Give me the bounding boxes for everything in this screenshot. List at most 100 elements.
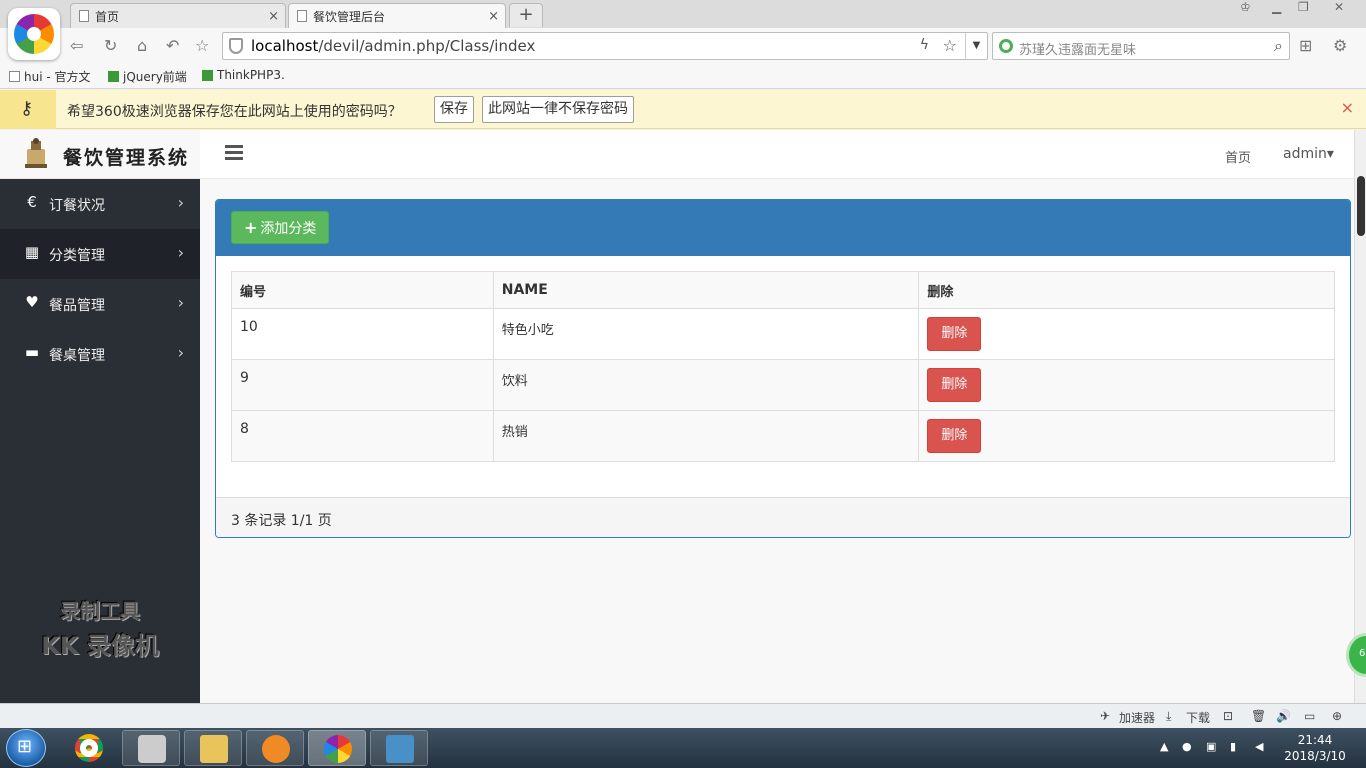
close-window-icon[interactable]: ✕	[1334, 0, 1344, 14]
cell-action: 删除	[918, 410, 1335, 462]
tab-home[interactable]: 首页 ×	[70, 3, 286, 28]
sidebar-item-label: 订餐状况	[49, 198, 105, 214]
trash-icon[interactable]: 🗑	[1251, 709, 1266, 723]
bookmark-jquery[interactable]: jQuery前端	[108, 68, 187, 85]
browser-logo[interactable]	[8, 8, 60, 60]
cell-action: 删除	[918, 359, 1335, 411]
grid-icon: ▦	[24, 243, 40, 261]
sidebar-item-dishes[interactable]: ♥ 餐品管理 ›	[0, 279, 200, 329]
start-button[interactable]	[6, 729, 46, 767]
heart-icon: ♥	[25, 293, 39, 311]
sidebar-item-orders[interactable]: € 订餐状况 ›	[0, 179, 200, 229]
table-icon: ▬	[24, 343, 40, 361]
taskbar-360-browser[interactable]	[308, 730, 366, 766]
menu-toggle-icon[interactable]	[225, 145, 243, 161]
browser-status-bar: ✈ 加速器 ⤓ 下载 ⊡ 🗑 🔊 ▭ ⊕	[0, 703, 1366, 728]
search-input[interactable]: 苏瑾久违露面无星味	[1019, 39, 1136, 58]
volume-icon[interactable]: 🔊	[1276, 709, 1291, 723]
tab-close-icon[interactable]: ×	[268, 9, 279, 24]
sidebar-item-label: 餐桌管理	[49, 348, 105, 364]
user-menu[interactable]: admin▾	[1283, 146, 1334, 162]
url-text[interactable]: localhost/devil/admin.php/Class/index	[251, 37, 535, 55]
bookmark-label: jQuery前端	[123, 70, 187, 84]
scrollbar-thumb[interactable]	[1357, 176, 1365, 236]
save-password-button[interactable]: 保存	[434, 96, 474, 123]
search-box[interactable]: 苏瑾久违露面无星味 ⌕	[992, 32, 1290, 60]
close-icon[interactable]: ×	[1341, 98, 1354, 117]
bookmark-thinkphp[interactable]: ThinkPHP3.	[202, 68, 285, 82]
new-tab-button[interactable]: +	[509, 3, 543, 27]
never-save-button[interactable]: 此网站一律不保存密码	[482, 96, 634, 123]
minimize-icon[interactable]: ▁	[1272, 0, 1281, 14]
sidebar-item-label: 分类管理	[49, 248, 105, 264]
page-icon	[297, 10, 307, 22]
main-content: + 添加分类 编号 NAME 删除 10 特色小吃 删除 9 饮料 删除 8 热…	[200, 179, 1354, 703]
star-icon[interactable]: ☆	[943, 36, 957, 55]
home-icon[interactable]: ⌂	[137, 36, 147, 55]
bookmark-hui[interactable]: hui - 官方文	[9, 68, 91, 85]
chevron-right-icon: ›	[177, 243, 184, 262]
address-bar[interactable]: localhost/devil/admin.php/Class/index ϟ …	[222, 32, 988, 60]
accelerator-label[interactable]: 加速器	[1119, 709, 1155, 726]
brand[interactable]: 餐饮管理系统	[0, 130, 200, 179]
sidebar-item-label: 餐品管理	[49, 298, 105, 314]
browser-360-icon	[324, 735, 352, 763]
nav-home-link[interactable]: 首页	[1225, 147, 1251, 166]
tab-admin[interactable]: 餐饮管理后台 ×	[288, 3, 506, 28]
pagination-info: 3 条记录 1/1 页	[231, 513, 332, 529]
zoom-icon[interactable]: ⊕	[1332, 709, 1342, 723]
recorder-watermark: 录制工具 KK 录像机	[0, 595, 200, 661]
restore-icon[interactable]: ❐	[1298, 0, 1309, 14]
favorite-icon[interactable]: ☆	[195, 36, 209, 55]
skin-icon[interactable]: ♔	[1240, 0, 1251, 14]
table-header-row: 编号 NAME 删除	[231, 271, 1335, 309]
sidebar-item-categories[interactable]: ▦ 分类管理 ›	[0, 229, 200, 279]
accelerator-icon[interactable]: ✈	[1100, 709, 1110, 723]
add-category-button[interactable]: + 添加分类	[231, 211, 330, 244]
taskbar-photo[interactable]	[122, 730, 180, 766]
cell-action: 删除	[918, 308, 1335, 360]
search-engine-icon	[999, 39, 1013, 53]
lightning-icon[interactable]: ϟ	[920, 37, 929, 53]
watermark-line: 录制工具	[60, 599, 140, 623]
network-icon[interactable]: ▮	[1230, 740, 1236, 753]
input-icon[interactable]: ▣	[1206, 740, 1216, 753]
category-table: 编号 NAME 删除 10 特色小吃 删除 9 饮料 删除 8 热销 删除	[231, 271, 1335, 462]
tools-icon[interactable]: ⚙	[1333, 36, 1347, 55]
speaker-icon[interactable]: ◀	[1255, 740, 1263, 753]
cell-name: 特色小吃	[492, 308, 920, 360]
qq-icon[interactable]: ●	[1182, 740, 1192, 753]
sidebar-item-tables[interactable]: ▬ 餐桌管理 ›	[0, 329, 200, 379]
monitor-icon	[386, 735, 414, 763]
delete-button[interactable]: 删除	[927, 419, 982, 453]
brand-logo-icon	[25, 138, 47, 168]
taskbar-explorer[interactable]	[184, 730, 242, 766]
download-icon[interactable]: ⤓	[1166, 709, 1171, 724]
refresh-icon[interactable]: ↻	[104, 36, 117, 55]
tray-expand-icon[interactable]: ▲	[1160, 740, 1168, 753]
download-label[interactable]: 下载	[1186, 709, 1210, 726]
screenshot-icon[interactable]: ⊡	[1223, 709, 1233, 723]
recorder-icon	[262, 735, 290, 763]
extensions-icon[interactable]: ⊞	[1299, 36, 1312, 55]
screen-icon[interactable]: ▭	[1304, 709, 1315, 723]
table-row: 8 热销 删除	[231, 410, 1335, 462]
delete-button[interactable]: 删除	[927, 317, 982, 351]
clock-time: 21:44	[1297, 733, 1333, 747]
dropdown-icon[interactable]: ▼	[965, 33, 987, 59]
search-icon[interactable]: ⌕	[1274, 36, 1283, 56]
undo-icon[interactable]: ↶	[166, 36, 179, 55]
page-icon	[9, 71, 20, 82]
taskbar-chrome[interactable]	[60, 730, 118, 766]
page-scrollbar[interactable]	[1354, 130, 1366, 703]
back-icon[interactable]: ⇦	[70, 36, 83, 55]
taskbar-recorder[interactable]	[246, 730, 304, 766]
password-message: 希望360极速浏览器保存您在此网站上使用的密码吗？	[67, 104, 402, 120]
taskbar-clock[interactable]: 21:44 2018/3/10	[1280, 732, 1350, 764]
chevron-right-icon: ›	[177, 343, 184, 362]
delete-button[interactable]: 删除	[927, 368, 982, 402]
column-header-name: NAME	[492, 271, 920, 309]
tab-close-icon[interactable]: ×	[488, 9, 499, 24]
taskbar-remote[interactable]	[370, 730, 428, 766]
panel-footer: 3 条记录 1/1 页	[216, 497, 1350, 537]
